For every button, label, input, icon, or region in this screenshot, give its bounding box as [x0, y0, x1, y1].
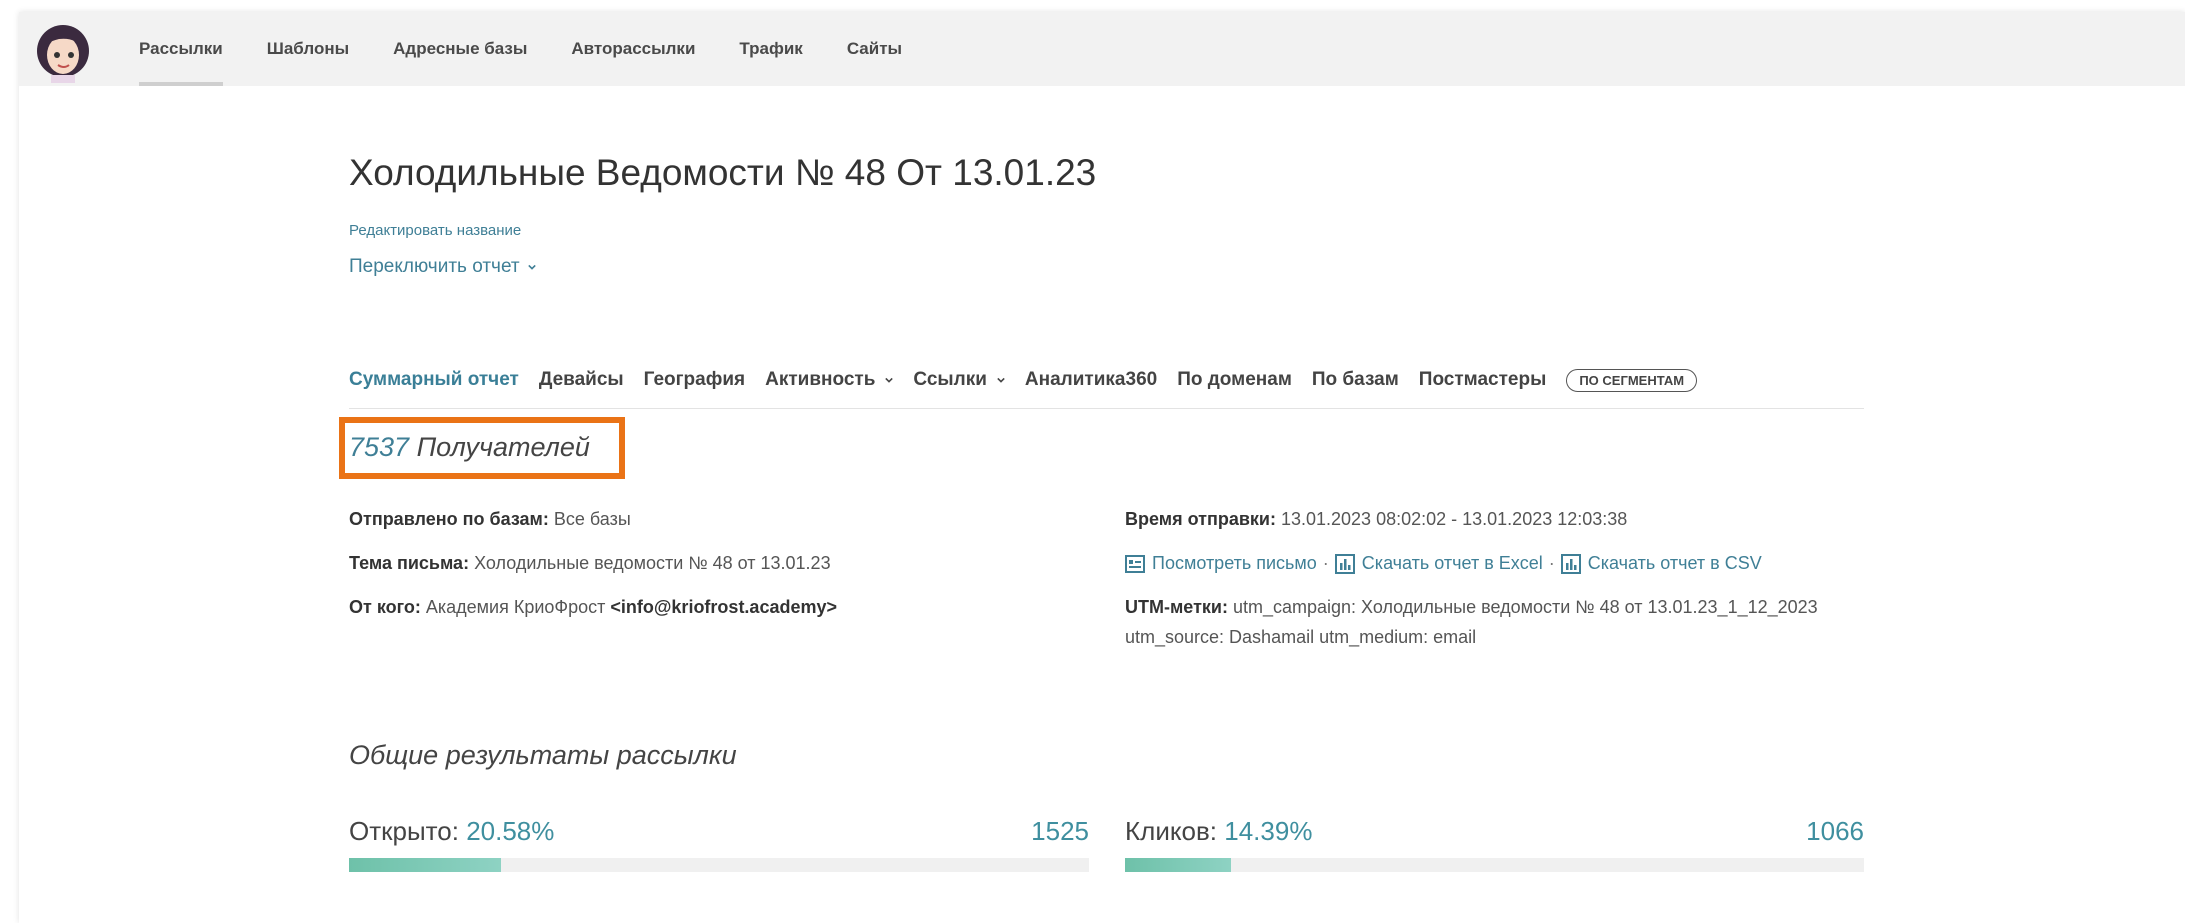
tab-analytics360[interactable]: Аналитика360 — [1025, 369, 1157, 391]
from-name: Академия КриоФрост — [425, 597, 606, 617]
clicks-progress-bar — [1125, 858, 1864, 872]
tab-devices[interactable]: Девайсы — [539, 369, 624, 391]
tab-by-bases[interactable]: По базам — [1312, 369, 1399, 391]
clicks-stat: Кликов: 14.39% — [1125, 816, 1312, 847]
page-title: Холодильные Ведомости № 48 От 13.01.23 — [349, 152, 1097, 193]
clicks-label: Кликов: — [1125, 816, 1218, 846]
nav-item-address-bases[interactable]: Адресные базы — [393, 12, 527, 86]
clicks-count: 1066 — [1806, 816, 1864, 846]
clicks-progress-fill — [1125, 858, 1232, 872]
sent-value: Все базы — [553, 509, 631, 529]
subject-value: Холодильные ведомости № 48 от 13.01.23 — [474, 553, 831, 573]
nav-item-auto-mailings[interactable]: Авторассылки — [571, 12, 695, 86]
recipients-count: 7537 Получателей — [349, 432, 590, 463]
bar-chart-icon — [1334, 553, 1355, 574]
subject-label: Тема письма: — [349, 553, 470, 573]
utm-campaign: utm_campaign: Холодильные ведомости № 48… — [1232, 597, 1818, 617]
utm-tags: UTM-метки: utm_campaign: Холодильные вед… — [1125, 597, 1818, 618]
tab-by-segments[interactable]: ПО СЕГМЕНТАМ — [1566, 368, 1698, 392]
tab-activity[interactable]: Активность — [765, 369, 894, 391]
download-excel-label: Скачать отчет в Excel — [1361, 553, 1543, 573]
from-label: От кого: — [349, 597, 421, 617]
main-nav: Рассылки Шаблоны Адресные базы Авторассы… — [139, 12, 946, 86]
nav-item-traffic[interactable]: Трафик — [739, 12, 802, 86]
time-value: 13.01.2023 08:02:02 - 13.01.2023 12:03:3… — [1280, 509, 1628, 529]
tab-summary[interactable]: Суммарный отчет — [349, 369, 519, 391]
opened-percent: 20.58% — [466, 816, 555, 846]
recipients-number: 7537 — [349, 432, 410, 462]
chevron-down-icon — [997, 377, 1005, 383]
send-time: Время отправки: 13.01.2023 08:02:02 - 13… — [1125, 509, 1627, 530]
report-actions: Посмотреть письмо · Скачать отчет в Exce… — [1125, 553, 1762, 574]
app-window: Рассылки Шаблоны Адресные базы Авторассы… — [19, 12, 2185, 923]
letter-subject: Тема письма: Холодильные ведомости № 48 … — [349, 553, 831, 574]
nav-item-templates[interactable]: Шаблоны — [267, 12, 349, 86]
report-tabs: Суммарный отчет Девайсы География Активн… — [349, 352, 1864, 409]
view-letter-link[interactable]: Посмотреть письмо — [1125, 553, 1317, 574]
view-letter-label: Посмотреть письмо — [1152, 553, 1317, 573]
tab-activity-label: Активность — [765, 369, 876, 390]
from-sender: От кого: Академия КриоФрост <info@kriofr… — [349, 597, 837, 618]
clicks-percent: 14.39% — [1224, 816, 1313, 846]
recipients-label: Получателей — [416, 432, 590, 462]
tab-links-label: Ссылки — [913, 369, 987, 390]
separator: · — [1322, 553, 1329, 573]
sent-label: Отправлено по базам: — [349, 509, 549, 529]
opened-stat: Открыто: 20.58% — [349, 816, 554, 847]
opened-progress-fill — [349, 858, 502, 872]
opened-count: 1525 — [1031, 816, 1089, 846]
separator: · — [1548, 553, 1555, 573]
nav-item-sites[interactable]: Сайты — [847, 12, 902, 86]
tab-geography[interactable]: География — [644, 369, 745, 391]
download-csv-link[interactable]: Скачать отчет в CSV — [1560, 553, 1762, 574]
chevron-down-icon — [527, 264, 536, 270]
utm-tags-line2: utm_source: Dashamail utm_medium: email — [1125, 627, 1477, 647]
results-title: Общие результаты рассылки — [349, 740, 737, 770]
opened-progress-bar — [349, 858, 1089, 872]
sent-to-bases: Отправлено по базам: Все базы — [349, 509, 631, 530]
top-navigation-bar: Рассылки Шаблоны Адресные базы Авторассы… — [19, 12, 2185, 86]
switch-report-dropdown[interactable]: Переключить отчет — [349, 256, 536, 278]
nav-item-mailings[interactable]: Рассылки — [139, 12, 223, 86]
chevron-down-icon — [885, 377, 894, 383]
tab-postmasters[interactable]: Постмастеры — [1419, 369, 1547, 391]
opened-label: Открыто: — [349, 816, 459, 846]
switch-report-label: Переключить отчет — [349, 256, 520, 277]
utm-label: UTM-метки: — [1125, 597, 1228, 617]
tab-by-domains[interactable]: По доменам — [1177, 369, 1292, 391]
time-label: Время отправки: — [1125, 509, 1276, 529]
letter-preview-icon — [1125, 554, 1145, 573]
tab-links[interactable]: Ссылки — [913, 369, 1005, 391]
edit-title-link[interactable]: Редактировать название — [349, 222, 521, 239]
bar-chart-icon — [1560, 553, 1581, 574]
download-excel-link[interactable]: Скачать отчет в Excel — [1334, 553, 1543, 574]
download-csv-label: Скачать отчет в CSV — [1587, 553, 1762, 573]
from-email: <info@kriofrost.academy> — [610, 597, 838, 617]
avatar-logo-icon[interactable] — [29, 15, 97, 83]
